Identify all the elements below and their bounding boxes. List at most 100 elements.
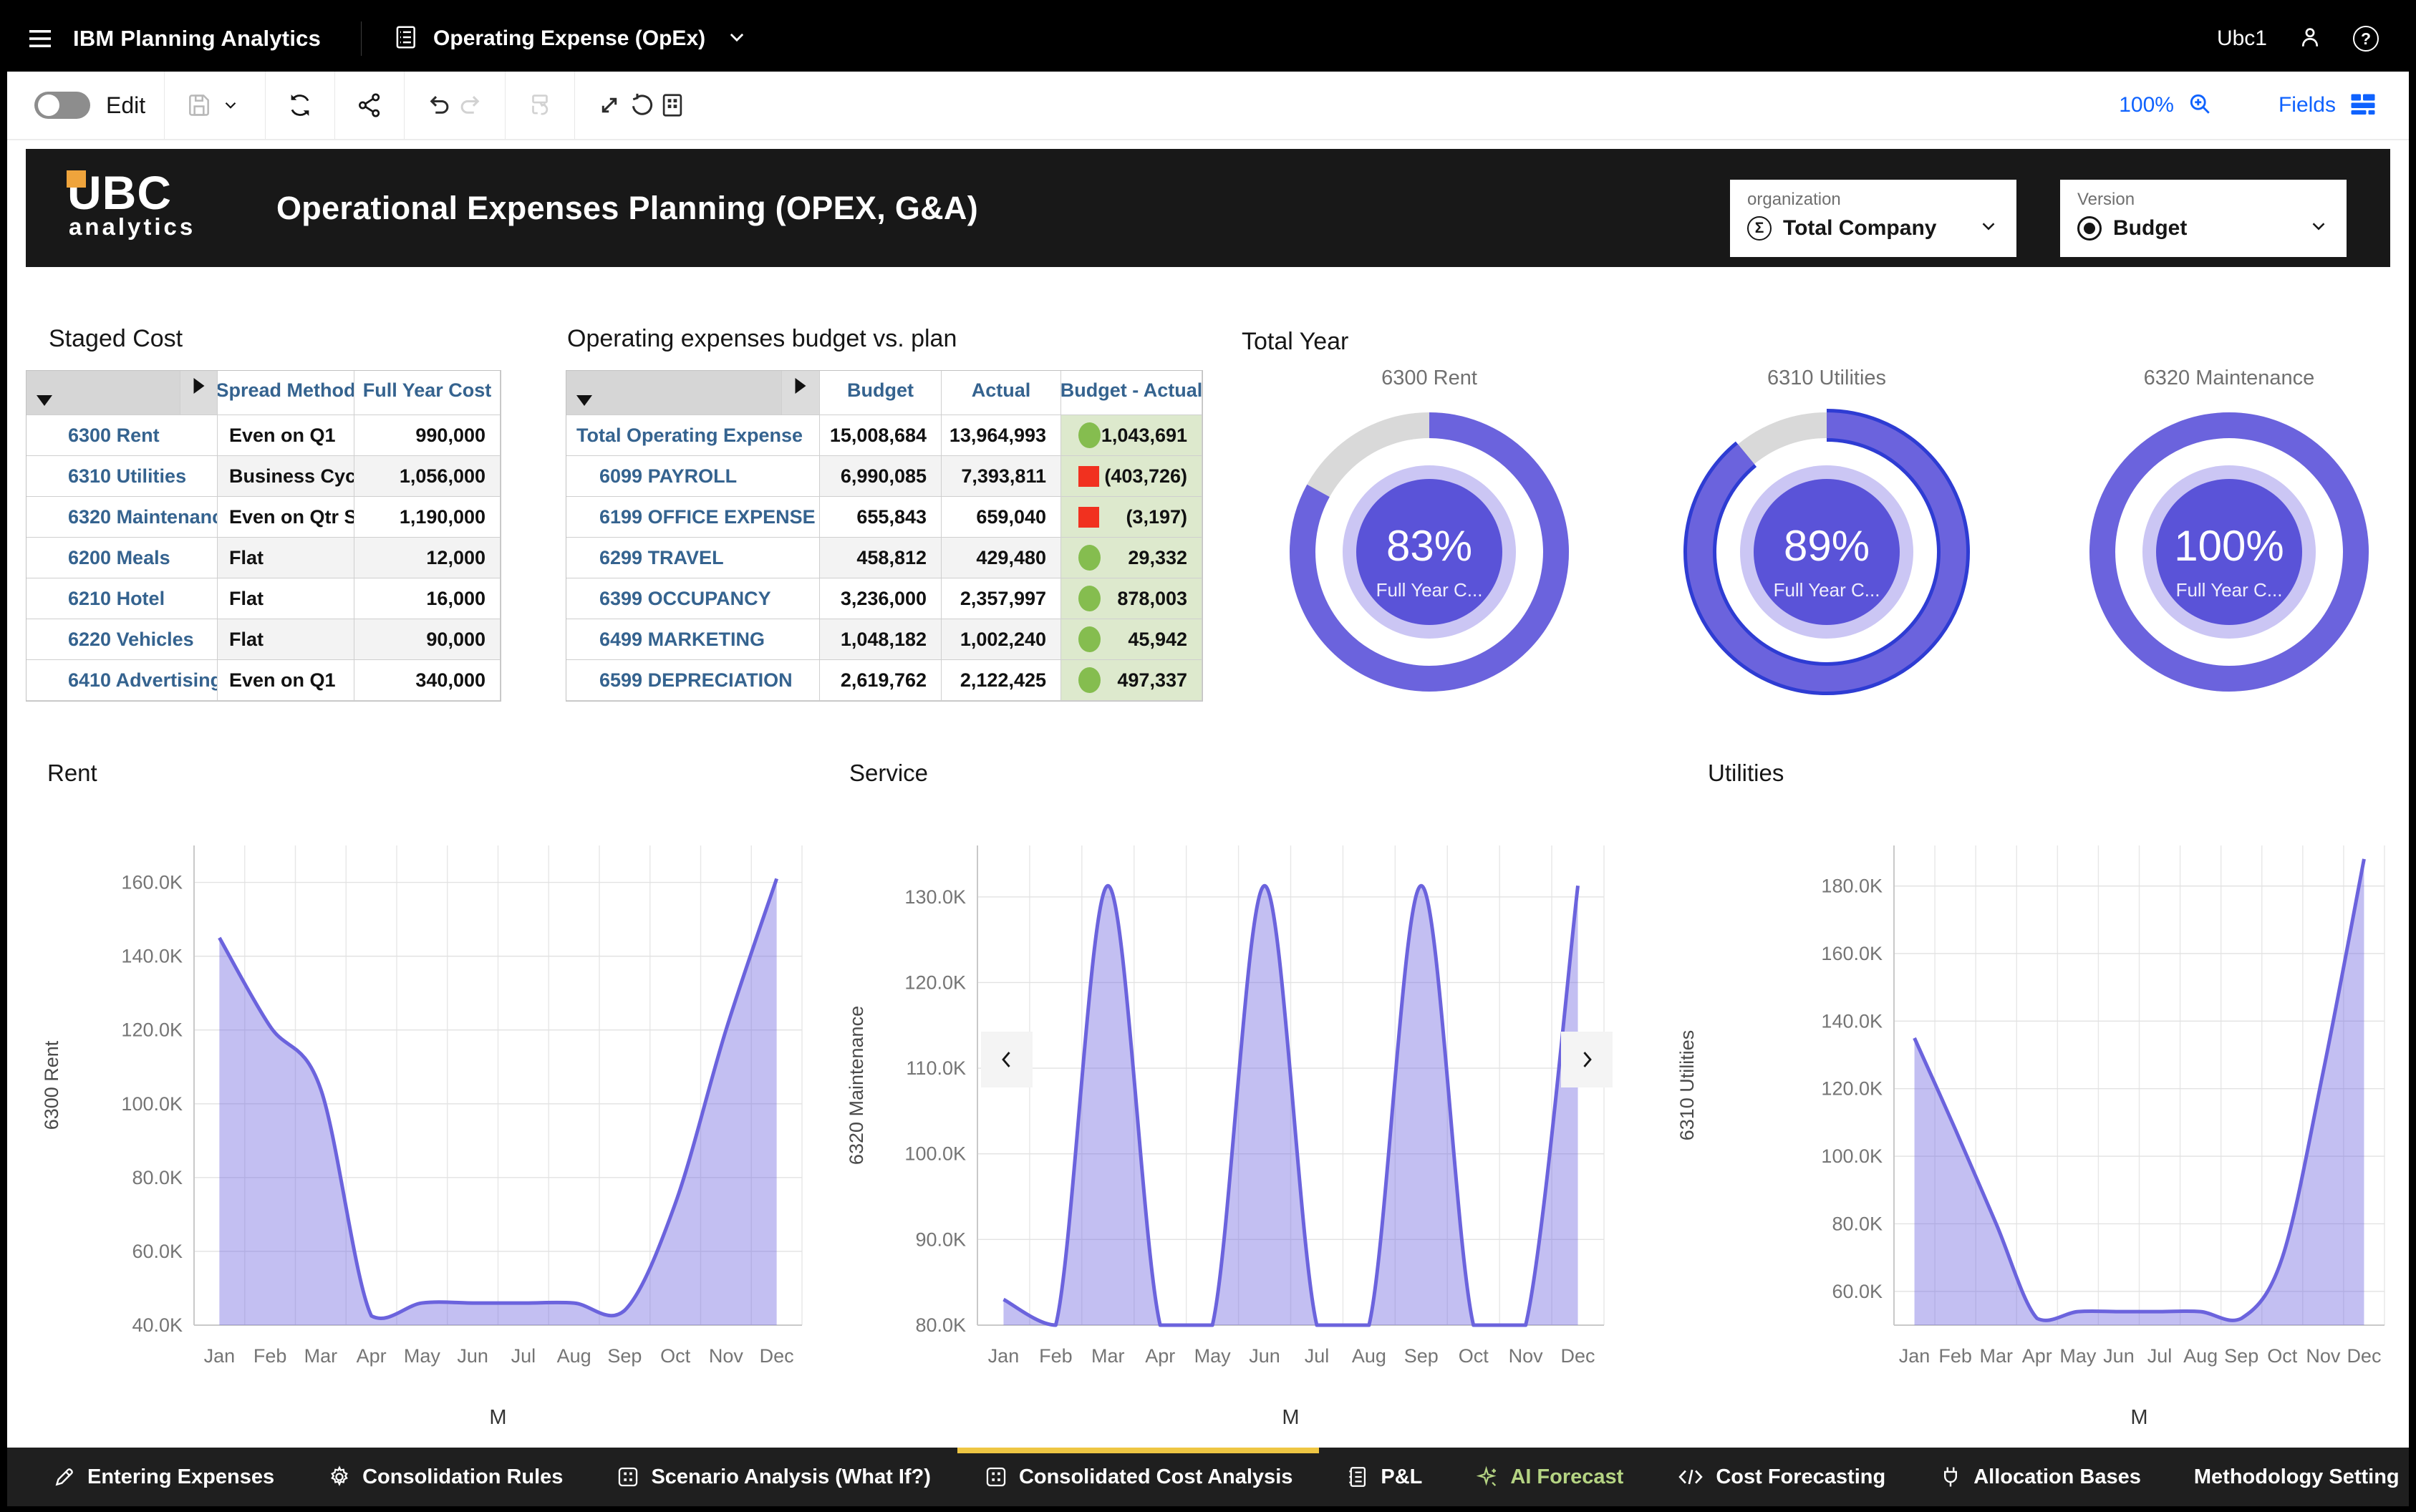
tab-methodology-setting[interactable]: Methodology Setting	[2168, 1448, 2409, 1506]
budget-row-actual[interactable]: 13,964,993	[942, 415, 1061, 456]
staged-row-label[interactable]: 6200 Meals	[26, 538, 218, 578]
budget-vs-plan-table[interactable]: BudgetActualBudget - ActualTotal Operati…	[566, 370, 1203, 702]
workbook-title[interactable]: Operating Expense (OpEx)	[433, 26, 705, 51]
tab-ai-forecast[interactable]: AI Forecast	[1449, 1448, 1650, 1506]
staged-row-label[interactable]: 6210 Hotel	[26, 578, 218, 619]
filter-dropdown-icon[interactable]	[576, 395, 592, 406]
budget-row-label[interactable]: 6199 OFFICE EXPENSE	[566, 497, 820, 538]
zoom-level[interactable]: 100%	[2119, 93, 2174, 117]
staged-row-method[interactable]: Flat	[218, 538, 354, 578]
gauge-6300-rent[interactable]: 83%Full Year C...	[1286, 409, 1572, 695]
budget-row-actual[interactable]: 2,122,425	[942, 660, 1061, 701]
budget-row-label[interactable]: 6399 OCCUPANCY	[566, 578, 820, 619]
fields-icon[interactable]	[2349, 91, 2377, 120]
user-icon[interactable]	[2297, 24, 2323, 54]
staged-cost-title: Staged Cost	[49, 325, 183, 353]
budget-expand-header-cell[interactable]	[782, 371, 820, 415]
refresh-icon[interactable]	[284, 89, 316, 121]
budget-row-label[interactable]: 6099 PAYROLL	[566, 456, 820, 497]
staged-row-method[interactable]: Business Cycle	[218, 456, 354, 497]
budget-row-label[interactable]: 6299 TRAVEL	[566, 538, 820, 578]
save-icon[interactable]	[183, 89, 215, 121]
staged-row-cost[interactable]: 990,000	[354, 415, 501, 456]
undo-icon[interactable]	[423, 89, 455, 121]
staged-row-label[interactable]: 6320 Maintenance	[26, 497, 218, 538]
gauge-6320-maintenance[interactable]: 100%Full Year C...	[2086, 409, 2372, 695]
expand-icon[interactable]	[594, 89, 625, 121]
organization-filter[interactable]: organization Σ Total Company	[1730, 180, 2016, 257]
staged-row-cost[interactable]: 90,000	[354, 619, 501, 660]
staged-filter-header-cell[interactable]	[26, 371, 180, 415]
staged-row-method[interactable]: Even on Q1	[218, 415, 354, 456]
staged-row-method[interactable]: Even on Qtr Start	[218, 497, 354, 538]
staged-row-cost[interactable]: 12,000	[354, 538, 501, 578]
budget-row-actual[interactable]: 1,002,240	[942, 619, 1061, 660]
save-options-chevron-icon[interactable]	[215, 89, 246, 121]
filter-dropdown-icon[interactable]	[37, 395, 52, 406]
fields-button[interactable]: Fields	[2279, 93, 2336, 117]
version-filter[interactable]: Version Budget	[2060, 180, 2347, 257]
budget-row-variance[interactable]: 497,337	[1061, 660, 1202, 701]
budget-row-label[interactable]: 6599 DEPRECIATION	[566, 660, 820, 701]
budget-row-budget[interactable]: 2,619,762	[820, 660, 942, 701]
gauge-6310-utilities[interactable]: 89%Full Year C...	[1683, 409, 1970, 695]
tab-consolidation-rules[interactable]: Consolidation Rules	[301, 1448, 589, 1506]
reset-icon[interactable]	[625, 89, 657, 121]
budget-row-budget[interactable]: 1,048,182	[820, 619, 942, 660]
budget-row-actual[interactable]: 7,393,811	[942, 456, 1061, 497]
edit-toggle[interactable]	[34, 92, 90, 119]
budget-row-variance[interactable]: 1,043,691	[1061, 415, 1202, 456]
zoom-in-icon[interactable]	[2187, 91, 2213, 120]
favorable-status-icon	[1078, 667, 1101, 693]
staged-expand-header-cell[interactable]	[180, 371, 218, 415]
help-icon[interactable]: ?	[2353, 26, 2379, 52]
budget-row-budget[interactable]: 6,990,085	[820, 456, 942, 497]
budget-row-variance[interactable]: 45,942	[1061, 619, 1202, 660]
budget-row-variance[interactable]: 29,332	[1061, 538, 1202, 578]
staged-row-label[interactable]: 6310 Utilities	[26, 456, 218, 497]
tab-consolidated-cost-analysis[interactable]: Consolidated Cost Analysis	[957, 1448, 1319, 1506]
budget-row-budget[interactable]: 3,236,000	[820, 578, 942, 619]
staged-row-label[interactable]: 6300 Rent	[26, 415, 218, 456]
budget-row-label[interactable]: Total Operating Expense	[566, 415, 820, 456]
tab-entering-expenses[interactable]: Entering Expenses	[26, 1448, 301, 1506]
expand-column-icon[interactable]	[193, 378, 204, 394]
tab-cost-forecasting[interactable]: Cost Forecasting	[1650, 1448, 1912, 1506]
budget-row-actual[interactable]: 429,480	[942, 538, 1061, 578]
staged-cost-table[interactable]: Spread MethodFull Year Cost6300 RentEven…	[26, 370, 501, 702]
staged-row-cost[interactable]: 16,000	[354, 578, 501, 619]
widget-grid-icon[interactable]	[657, 89, 688, 121]
tab-p-l[interactable]: P&L	[1319, 1448, 1449, 1506]
budget-row-variance[interactable]: (403,726)	[1061, 456, 1202, 497]
planning-analytics-app: IBM Planning Analytics Operating Expense…	[0, 0, 2416, 1512]
staged-row-method[interactable]: Flat	[218, 578, 354, 619]
workbook-chevron-down-icon[interactable]	[727, 27, 747, 51]
staged-row-method[interactable]: Flat	[218, 619, 354, 660]
version-chevron-down-icon[interactable]	[2308, 215, 2329, 241]
tab-scenario-analysis-what-if[interactable]: Scenario Analysis (What If?)	[589, 1448, 957, 1506]
budget-row-actual[interactable]: 659,040	[942, 497, 1061, 538]
budget-row-variance[interactable]: (3,197)	[1061, 497, 1202, 538]
budget-row-label[interactable]: 6499 MARKETING	[566, 619, 820, 660]
budget-filter-header-cell[interactable]	[566, 371, 782, 415]
menu-icon[interactable]	[7, 6, 73, 72]
carousel-next-button[interactable]	[1561, 1032, 1613, 1087]
budget-row-variance[interactable]: 878,003	[1061, 578, 1202, 619]
svg-text:Full Year C...: Full Year C...	[1774, 579, 1880, 601]
budget-row-budget[interactable]: 15,008,684	[820, 415, 942, 456]
carousel-previous-button[interactable]	[981, 1032, 1033, 1087]
budget-row-actual[interactable]: 2,357,997	[942, 578, 1061, 619]
tab-allocation-bases[interactable]: Allocation Bases	[1912, 1448, 2168, 1506]
organization-chevron-down-icon[interactable]	[1978, 215, 1999, 241]
budget-row-budget[interactable]: 655,843	[820, 497, 942, 538]
staged-row-label[interactable]: 6220 Vehicles	[26, 619, 218, 660]
staged-row-label[interactable]: 6410 Advertising	[26, 660, 218, 701]
workbook-icon	[392, 24, 419, 54]
staged-row-cost[interactable]: 1,056,000	[354, 456, 501, 497]
share-icon[interactable]	[354, 89, 385, 121]
budget-row-budget[interactable]: 458,812	[820, 538, 942, 578]
staged-row-method[interactable]: Even on Q1	[218, 660, 354, 701]
staged-row-cost[interactable]: 1,190,000	[354, 497, 501, 538]
staged-row-cost[interactable]: 340,000	[354, 660, 501, 701]
expand-column-icon[interactable]	[796, 378, 806, 394]
